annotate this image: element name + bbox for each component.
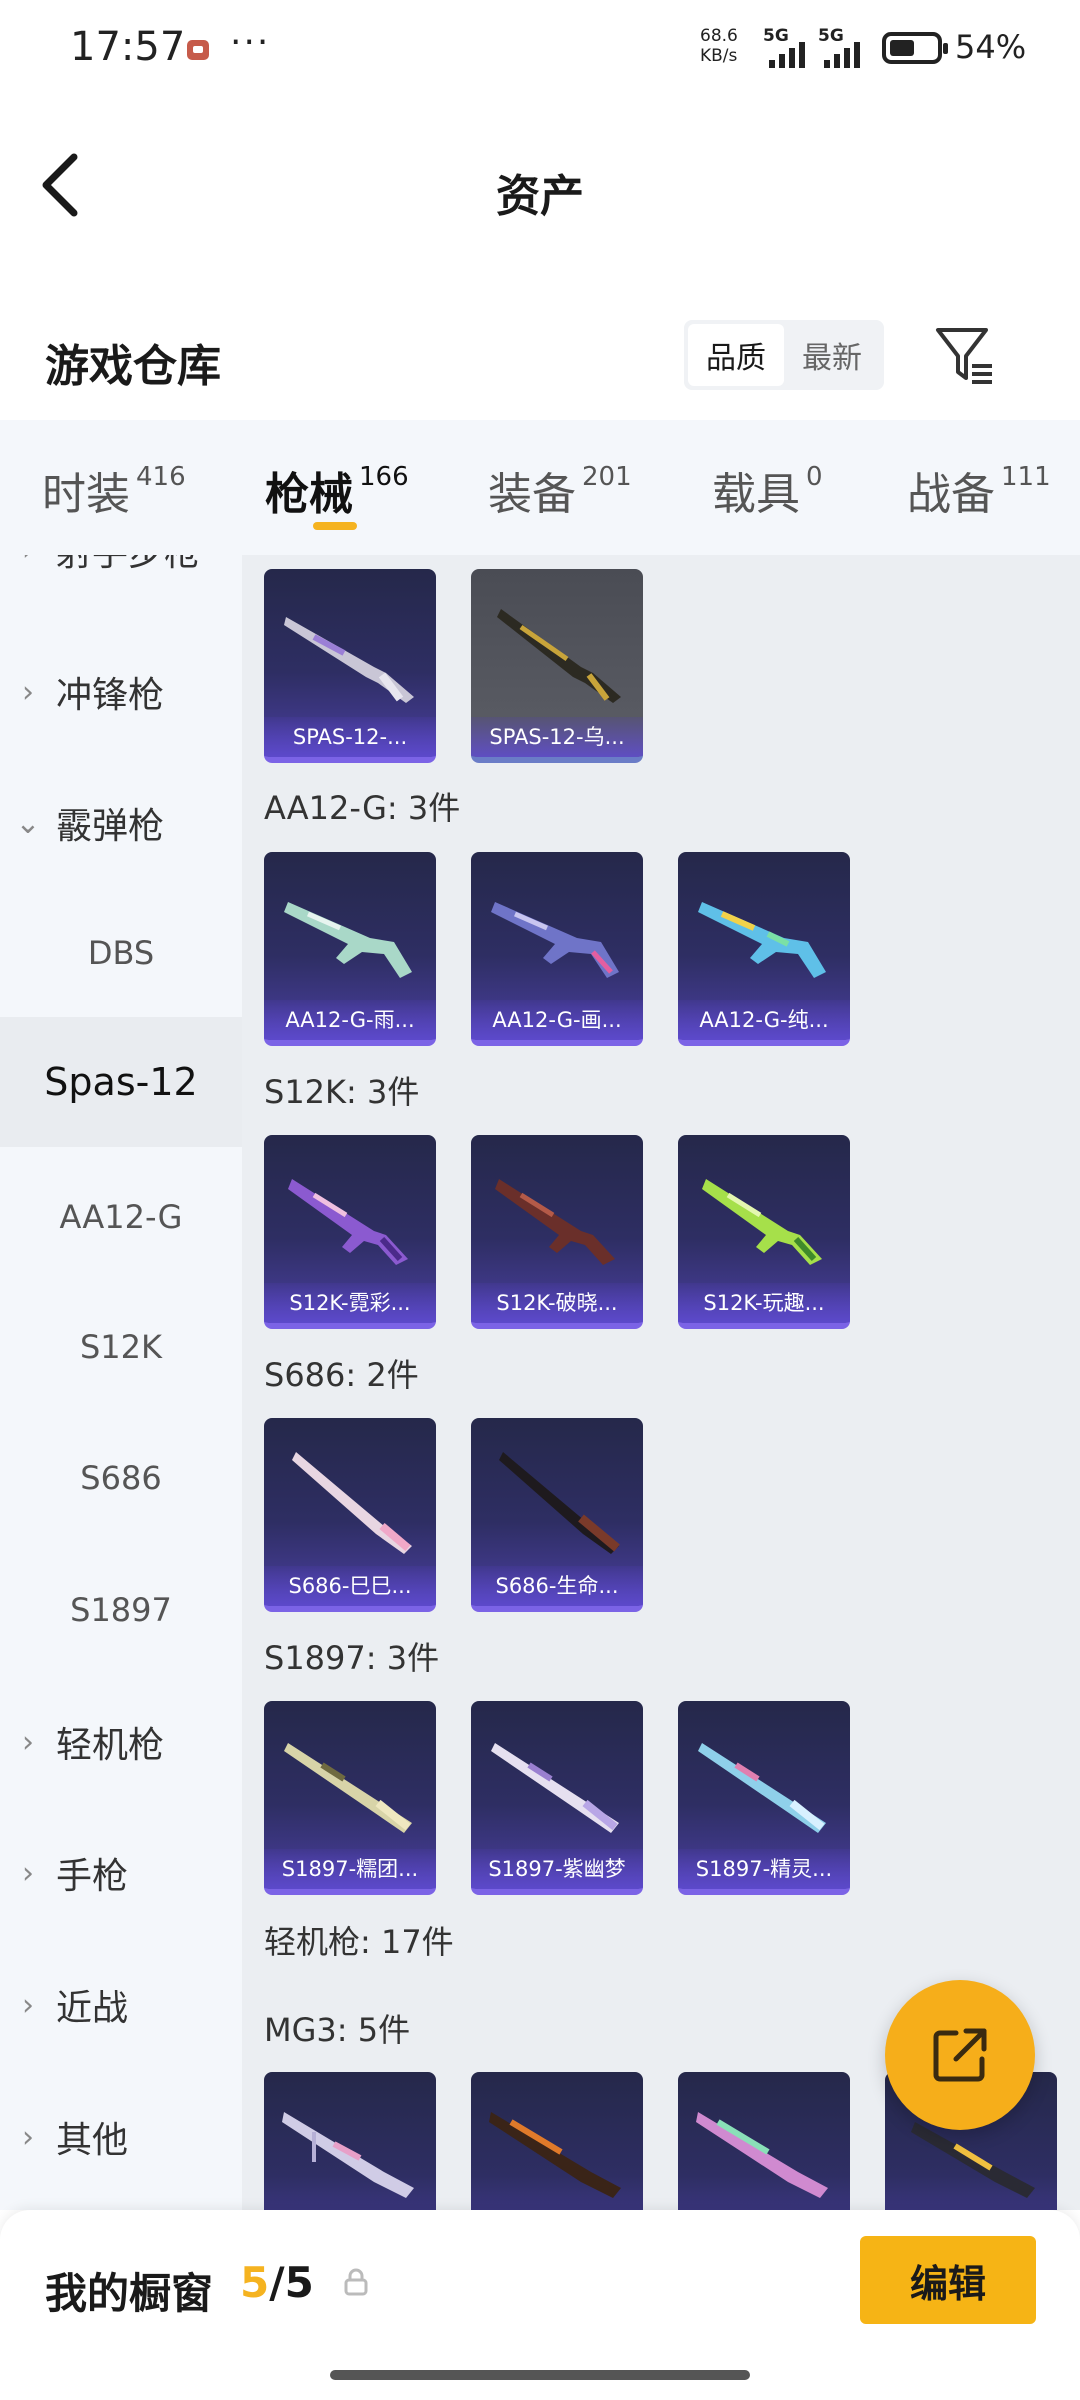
sidebar-item-pistol[interactable]: › 手枪 <box>0 1808 242 1938</box>
tab-fashion[interactable]: 时装 416 <box>42 458 186 522</box>
sidebar-item-shotgun[interactable]: ⌄ 霰弹枪 <box>0 758 242 888</box>
rifle-icon <box>698 902 826 978</box>
filter-icon <box>936 328 992 384</box>
warehouse-title: 游戏仓库 <box>45 341 221 392</box>
item-card[interactable] <box>471 2072 643 2210</box>
status-bar: 17:57 ··· 68.6 KB/s 5G 5G 54% <box>0 0 1080 100</box>
status-time: 17:57 <box>70 24 186 70</box>
item-card[interactable]: AA12-G-雨... <box>264 852 436 1046</box>
rifle-icon <box>284 902 412 978</box>
machine-gun-icon <box>696 2112 828 2198</box>
sidebar-subitem-s12k[interactable]: S12K <box>0 1282 242 1412</box>
item-card[interactable]: S686-巳巳... <box>264 1418 436 1612</box>
chevron-right-icon: › <box>22 2119 34 2155</box>
item-card[interactable] <box>678 2072 850 2210</box>
shotgun-icon <box>284 1743 412 1833</box>
shotgun-icon <box>698 1743 826 1833</box>
sort-toggle: 品质 最新 <box>684 320 884 390</box>
machine-gun-icon <box>282 2112 414 2198</box>
group-label: 轻机枪: 17件 <box>264 1923 454 1961</box>
item-card[interactable]: SPAS-12-乌... <box>471 569 643 763</box>
notification-app-icon <box>187 40 209 60</box>
chevron-right-icon: › <box>22 674 34 710</box>
active-tab-indicator <box>313 522 357 530</box>
shotgun-icon <box>497 609 621 703</box>
external-link-icon <box>933 2028 987 2082</box>
showcase-label: 我的橱窗 <box>45 2269 214 2318</box>
item-card[interactable]: AA12-G-纯... <box>678 852 850 1046</box>
sidebar-item-lmg[interactable]: › 轻机枪 <box>0 1677 242 1807</box>
item-grid: SPAS-12-... SPAS-12-乌... AA12-G: 3件 AA12… <box>242 555 1080 2210</box>
item-card[interactable]: AA12-G-画... <box>471 852 643 1046</box>
battery-icon <box>882 32 948 64</box>
group-label: AA12-G: 3件 <box>264 789 461 827</box>
home-indicator[interactable] <box>330 2370 750 2380</box>
chevron-right-icon: › <box>0 555 56 568</box>
group-label: S686: 2件 <box>264 1356 419 1394</box>
sidebar-item-marksman-rifle[interactable]: ›射手步枪 <box>0 555 242 615</box>
sidebar-subitem-spas12[interactable]: Spas-12 <box>0 1017 242 1147</box>
shotgun-icon <box>499 1452 620 1554</box>
machine-gun-icon <box>489 2112 621 2198</box>
rifle-icon <box>495 1179 615 1265</box>
rifle-icon <box>288 1179 408 1265</box>
group-label: MG3: 5件 <box>264 2011 411 2049</box>
shotgun-icon <box>284 617 414 703</box>
rifle-icon <box>491 902 619 978</box>
tab-supplies[interactable]: 战备 111 <box>907 458 1051 522</box>
signal-icon: 5G <box>763 26 813 68</box>
tab-vehicles[interactable]: 载具 0 <box>712 458 823 522</box>
category-sidebar: ›射手步枪 ›冲锋枪 ⌄霰弹枪 DBS Spas-12 AA12-G S12K … <box>0 555 242 2210</box>
network-speed: 68.6 KB/s <box>700 26 738 66</box>
shotgun-icon <box>491 1743 619 1833</box>
sidebar-subitem-aa12g[interactable]: AA12-G <box>0 1152 242 1282</box>
item-card[interactable]: S12K-破晓... <box>471 1135 643 1329</box>
item-card[interactable]: S1897-紫幽梦 <box>471 1701 643 1895</box>
chevron-right-icon: › <box>22 1724 34 1760</box>
item-card[interactable]: S12K-霓彩... <box>264 1135 436 1329</box>
showcase-count: 5/5 <box>240 2258 314 2307</box>
sidebar-item-smg[interactable]: › 冲锋枪 <box>0 627 242 757</box>
rifle-icon <box>702 1179 822 1265</box>
item-card[interactable]: S1897-糯团... <box>264 1701 436 1895</box>
group-label: S12K: 3件 <box>264 1073 420 1111</box>
signal-icon: 5G <box>818 26 868 68</box>
battery-percent: 54% <box>955 28 1027 66</box>
item-card[interactable]: S1897-精灵... <box>678 1701 850 1895</box>
share-button[interactable] <box>885 1980 1035 2130</box>
lock-icon <box>344 2268 368 2296</box>
sidebar-subitem-s1897[interactable]: S1897 <box>0 1545 242 1675</box>
page-title: 资产 <box>496 171 584 222</box>
sidebar-subitem-dbs[interactable]: DBS <box>0 888 242 1018</box>
filter-button[interactable] <box>930 320 1000 390</box>
chevron-right-icon: › <box>22 1855 34 1891</box>
sort-quality-button[interactable]: 品质 <box>688 324 784 386</box>
edit-button[interactable]: 编辑 <box>860 2236 1036 2324</box>
item-card[interactable] <box>264 2072 436 2210</box>
item-card[interactable]: SPAS-12-... <box>264 569 436 763</box>
sidebar-item-melee[interactable]: › 近战 <box>0 1940 242 2070</box>
tab-equipment[interactable]: 装备 201 <box>488 458 632 522</box>
shotgun-icon <box>292 1452 412 1554</box>
chevron-down-icon: ⌄ <box>15 805 41 841</box>
item-card[interactable]: S12K-玩趣... <box>678 1135 850 1329</box>
item-card[interactable]: S686-生命... <box>471 1418 643 1612</box>
tab-firearms[interactable]: 枪械 166 <box>265 458 409 522</box>
sidebar-subitem-s686[interactable]: S686 <box>0 1413 242 1543</box>
sort-newest-button[interactable]: 最新 <box>784 324 880 386</box>
sidebar-item-other[interactable]: › 其他 <box>0 2072 242 2202</box>
group-label: S1897: 3件 <box>264 1639 440 1677</box>
more-notifications-icon: ··· <box>230 22 271 63</box>
chevron-right-icon: › <box>22 1987 34 2023</box>
